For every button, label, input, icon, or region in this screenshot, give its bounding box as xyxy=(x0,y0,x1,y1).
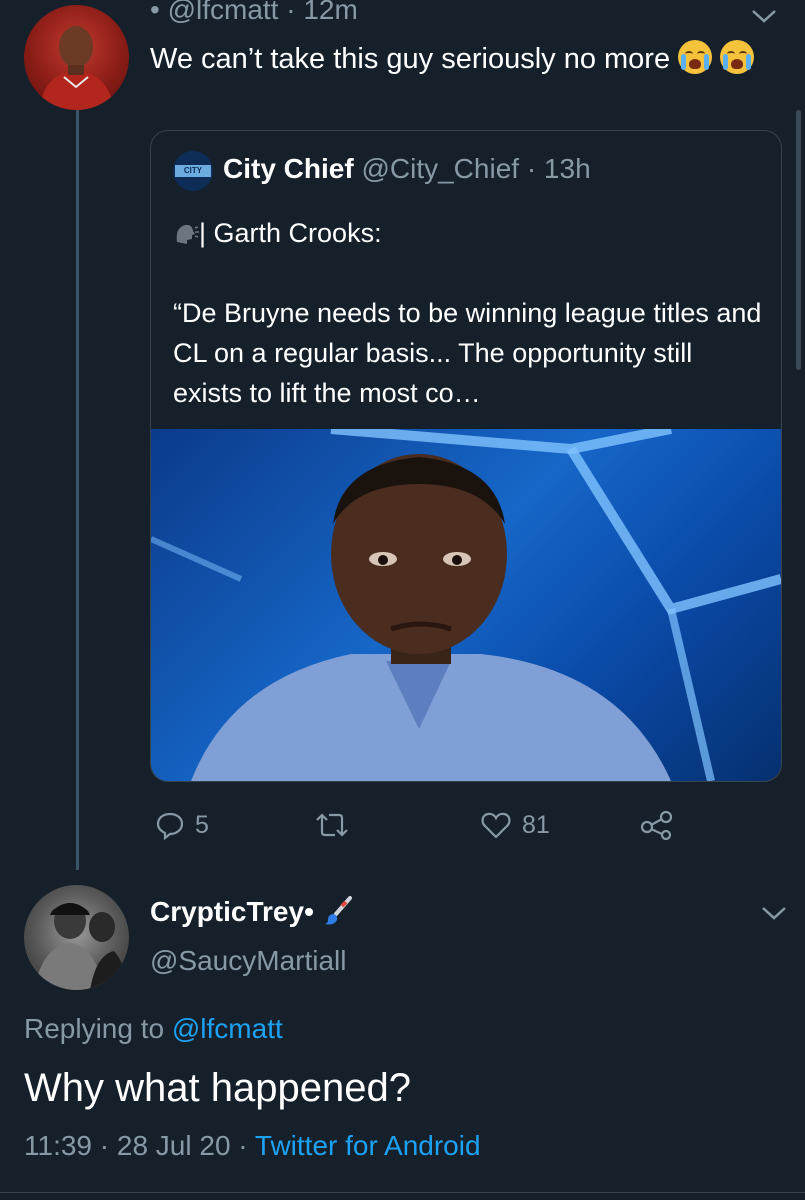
quoted-avatar[interactable]: CITY CHIEF xyxy=(173,151,213,191)
tweet-meta: • @lfcmatt · 12m xyxy=(150,0,358,25)
quoted-avatar-label: CITY CHIEF xyxy=(175,165,211,187)
quoted-handle-time: @City_Chief · 13h xyxy=(361,153,591,184)
tweet-body: We can’t take this guy seriously no more xyxy=(150,43,671,75)
quoted-photo[interactable] xyxy=(151,429,781,781)
tweet-text: We can’t take this guy seriously no more xyxy=(150,40,760,79)
paintbrush-icon xyxy=(324,896,352,925)
retweet-icon xyxy=(316,813,348,837)
reply-display-name[interactable]: CrypticTrey• xyxy=(150,895,354,928)
reply-time-date: 11:39 · 28 Jul 20 · xyxy=(24,1130,255,1161)
speaking-head-icon xyxy=(176,224,199,244)
loudly-crying-face-icon xyxy=(678,40,713,74)
replying-to: Replying to @lfcmatt xyxy=(24,1013,283,1045)
heart-icon xyxy=(481,812,511,839)
reply-icon xyxy=(156,812,184,840)
quoted-header: City Chief @City_Chief · 13h xyxy=(223,153,591,185)
photo-image xyxy=(151,429,781,781)
divider xyxy=(0,1192,805,1193)
share-icon xyxy=(640,810,673,840)
loudly-crying-face-icon xyxy=(720,40,755,74)
share-action[interactable] xyxy=(640,808,674,842)
chevron-down-icon[interactable] xyxy=(760,903,788,923)
chevron-down-icon[interactable] xyxy=(750,6,778,26)
replying-prefix: Replying to xyxy=(24,1013,172,1044)
thread-connector-line xyxy=(76,108,79,870)
reply-source-link[interactable]: Twitter for Android xyxy=(255,1130,481,1161)
quoted-text: | Garth Crooks: “De Bruyne needs to be w… xyxy=(173,213,763,413)
like-action[interactable]: 81 xyxy=(480,808,550,842)
replying-handle-link[interactable]: @lfcmatt xyxy=(172,1013,283,1044)
reply-meta: 11:39 · 28 Jul 20 · Twitter for Android xyxy=(24,1130,481,1162)
quoted-tweet-card[interactable]: CITY CHIEF City Chief @City_Chief · 13h … xyxy=(150,130,782,782)
reply-handle[interactable]: @SaucyMartiall xyxy=(150,945,346,977)
reply-action[interactable]: 5 xyxy=(155,808,209,842)
like-count: 81 xyxy=(522,810,550,839)
avatar-image xyxy=(34,903,129,990)
avatar-image xyxy=(39,26,114,110)
scrollbar[interactable] xyxy=(796,110,801,370)
quoted-line-2: “De Bruyne needs to be winning league ti… xyxy=(173,298,762,408)
avatar[interactable] xyxy=(24,5,129,110)
avatar[interactable] xyxy=(24,885,129,990)
reply-text: Why what happened? xyxy=(24,1066,411,1110)
reply-count: 5 xyxy=(195,810,209,839)
reply-name-text: CrypticTrey• xyxy=(150,896,314,927)
quoted-line-1: | Garth Crooks: xyxy=(199,218,382,248)
retweet-action[interactable] xyxy=(313,808,361,842)
quoted-name[interactable]: City Chief xyxy=(223,153,354,184)
